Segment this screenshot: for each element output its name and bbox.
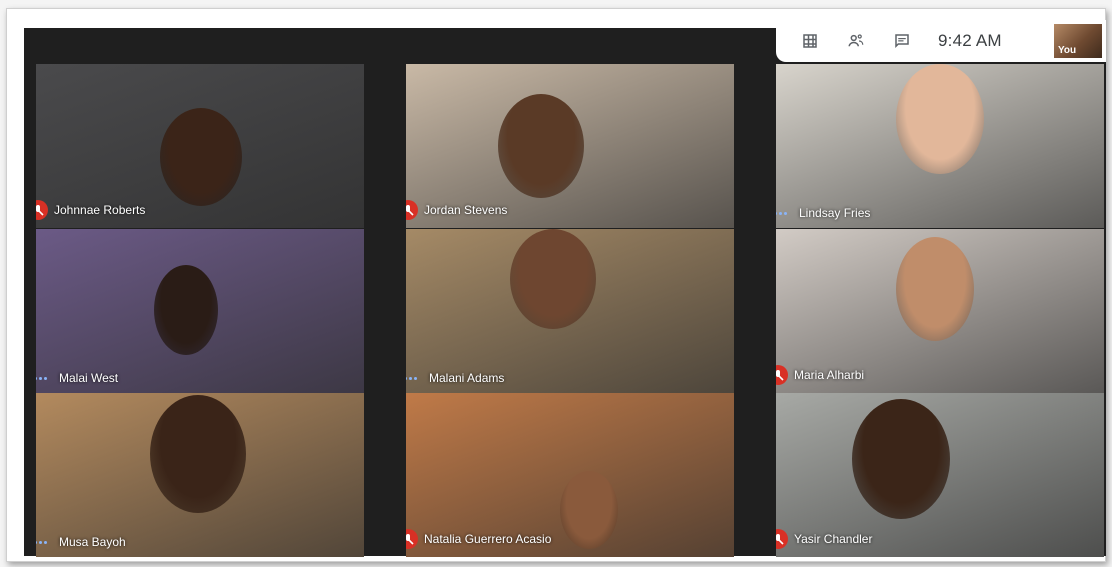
participant-name: Lindsay Fries [799,206,871,220]
grid-view-icon[interactable] [798,29,822,53]
speaking-indicator-icon [776,211,789,215]
participant-video-face [160,108,242,206]
participant-name: Johnnae Roberts [54,203,146,217]
meeting-clock: 9:42 AM [938,31,1002,50]
participant-name: Natalia Guerrero Acasio [424,532,552,546]
participant-name: Musa Bayoh [59,535,126,549]
chat-icon[interactable] [890,29,914,53]
participant-tile[interactable]: Malani Adams [406,229,734,393]
participant-video-face [154,265,218,355]
speaking-indicator-icon [36,376,49,380]
participant-name: Jordan Stevens [424,203,508,217]
participant-name: Malani Adams [429,371,505,385]
participant-tile[interactable]: Malai West [36,229,364,393]
participant-tile[interactable]: Lindsay Fries [776,64,1104,228]
participant-name: Yasir Chandler [794,532,873,546]
mic-off-icon [406,529,418,549]
meeting-top-bar: 9:42 AM You [776,20,1106,62]
mic-off-icon [776,365,788,385]
self-view-thumbnail[interactable]: You [1054,24,1102,58]
participant-tile[interactable]: Jordan Stevens [406,64,734,228]
mic-off-icon [406,200,418,220]
participant-video-face [150,395,246,513]
participant-name: Maria Alharbi [794,368,865,382]
participant-tile[interactable]: Musa Bayoh [36,393,364,557]
participant-tile[interactable]: Yasir Chandler [776,393,1104,557]
participant-video-face [896,237,974,341]
mic-off-icon [36,200,48,220]
participant-video-face [510,229,596,329]
self-view-label: You [1058,45,1077,56]
participant-video-face [560,471,618,549]
participant-tile[interactable]: Johnnae Roberts [36,64,364,228]
speaking-indicator-icon [36,540,49,544]
participant-video-face [896,64,984,174]
speaking-indicator-icon [406,376,419,380]
participant-tile[interactable]: Natalia Guerrero Acasio [406,393,734,557]
mic-off-icon [776,529,788,549]
participant-tile[interactable]: Maria Alharbi [776,229,1104,393]
participant-video-face [498,94,584,198]
people-icon[interactable] [844,29,868,53]
participant-name: Malai West [59,371,119,385]
participant-video-face [852,399,950,519]
